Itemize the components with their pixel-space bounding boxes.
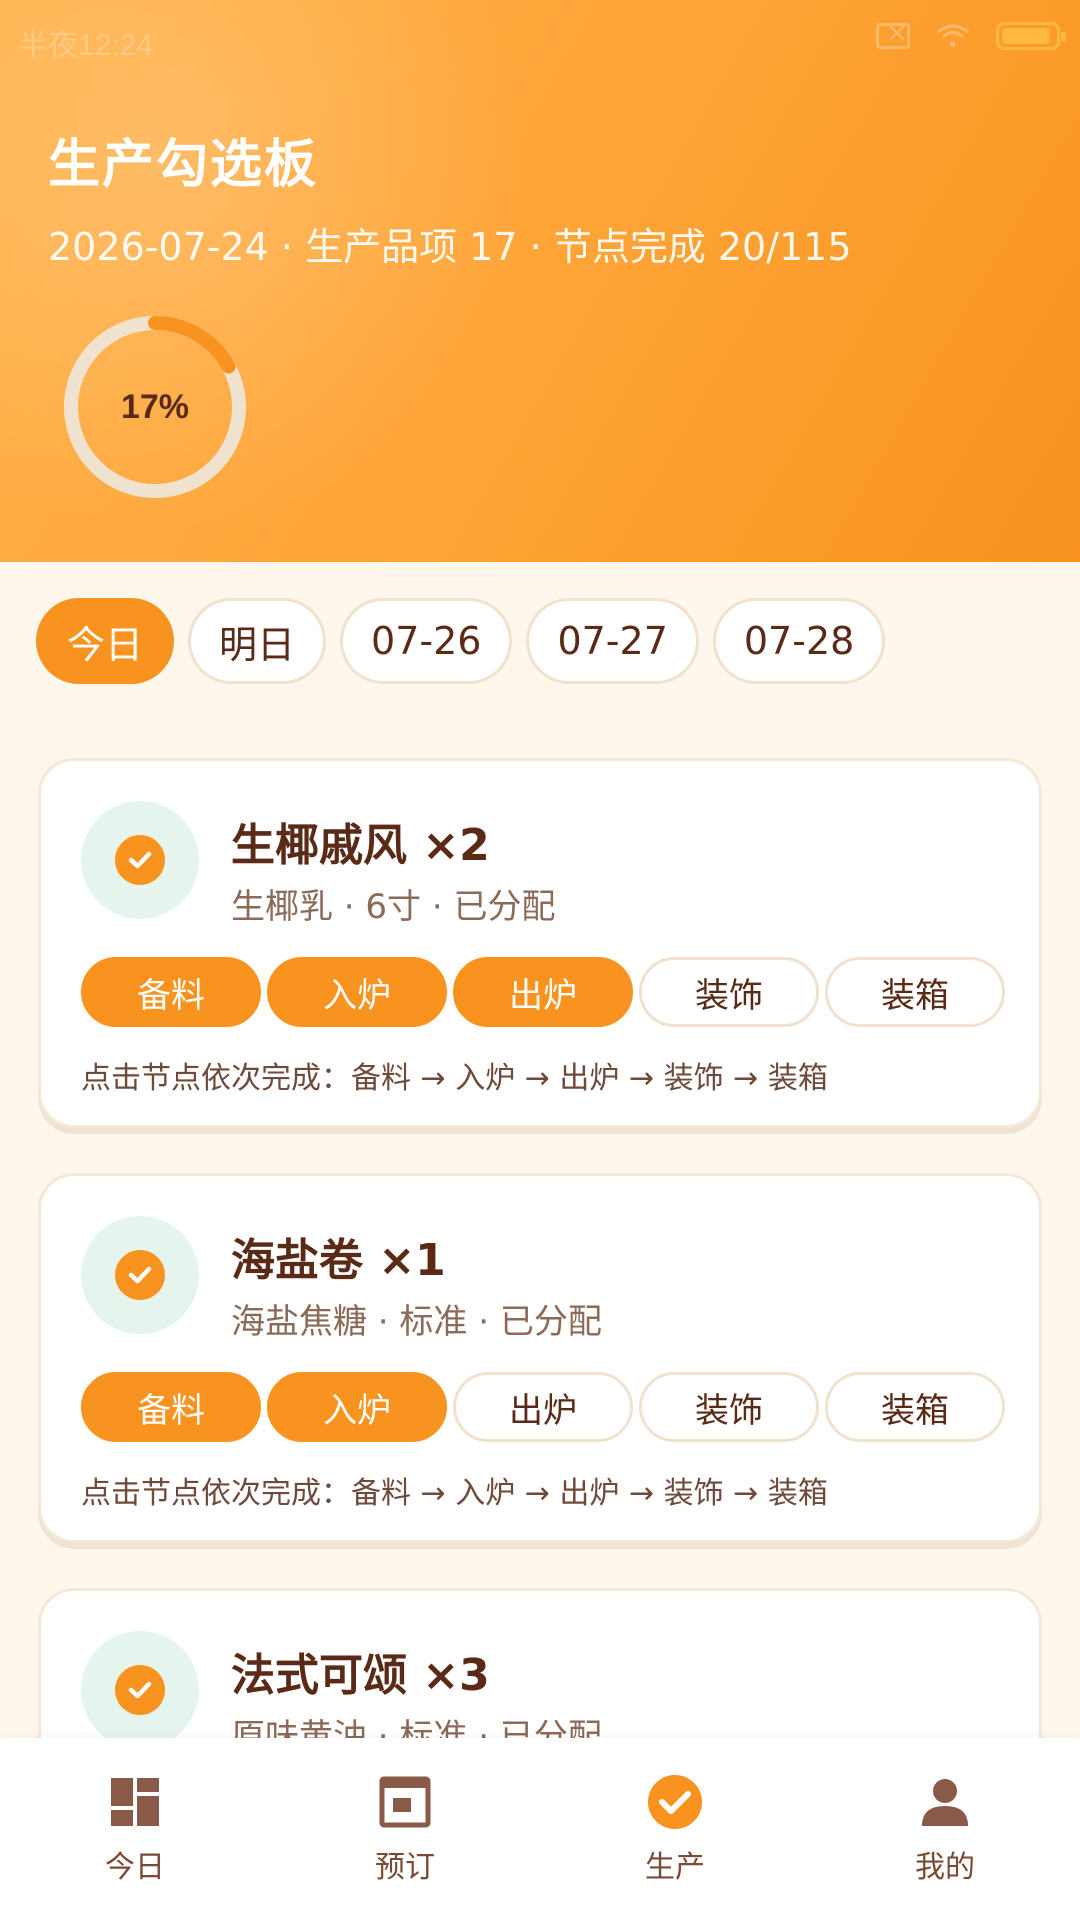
production-board-screen: 半夜12:24 生产勾选板 2026-07-24 · 生产品项 17 · 节点完… (0, 0, 1080, 1920)
status-bar: 半夜12:24 (0, 0, 1080, 76)
page-title: 生产勾选板 (48, 135, 319, 195)
step-list: 备料 入炉 出炉 装饰 装箱 (81, 957, 1005, 1027)
header: 半夜12:24 生产勾选板 2026-07-24 · 生产品项 17 · 节点完… (0, 0, 1080, 562)
wifi-icon (937, 24, 969, 47)
status-icons (876, 18, 1066, 50)
step-box-button[interactable]: 装箱 (825, 1372, 1005, 1442)
step-oven-in-button[interactable]: 入炉 (267, 1372, 447, 1442)
step-list: 备料 入炉 出炉 装饰 装箱 (81, 1372, 1005, 1442)
item-status[interactable] (81, 1216, 199, 1334)
step-prep-button[interactable]: 备料 (81, 1372, 261, 1442)
bottom-nav: 今日 预订 生产 我的 (0, 1738, 1080, 1920)
step-oven-out-button[interactable]: 出炉 (453, 957, 633, 1027)
progress-ring: 17% (58, 310, 252, 504)
check-icon (115, 1665, 165, 1715)
step-oven-in-button[interactable]: 入炉 (267, 957, 447, 1027)
check-icon (115, 1250, 165, 1300)
tab-today[interactable]: 今日 (36, 598, 175, 684)
step-hint: 点击节点依次完成：备料 → 入炉 → 出炉 → 装饰 → 装箱 (81, 1061, 828, 1096)
tab-07-26[interactable]: 07-26 (340, 598, 513, 684)
production-card: 海盐卷 ×1 海盐焦糖 · 标准 · 已分配 备料 入炉 出炉 装饰 装箱 点击… (38, 1173, 1042, 1543)
step-oven-out-button[interactable]: 出炉 (453, 1372, 633, 1442)
check-circle-icon (647, 1774, 703, 1830)
nav-production[interactable]: 生产 (540, 1738, 810, 1920)
nav-profile[interactable]: 我的 (810, 1738, 1080, 1920)
production-card: 生椰戚风 ×2 生椰乳 · 6寸 · 已分配 备料 入炉 出炉 装饰 装箱 点击… (38, 758, 1042, 1128)
step-decorate-button[interactable]: 装饰 (639, 1372, 819, 1442)
item-meta: 生椰乳 · 6寸 · 已分配 (231, 887, 556, 927)
nav-today-label: 今日 (105, 1850, 165, 1885)
progress-percent: 17% (120, 387, 190, 426)
tab-07-28[interactable]: 07-28 (712, 598, 886, 684)
tab-07-27[interactable]: 07-27 (526, 598, 699, 684)
step-box-button[interactable]: 装箱 (825, 957, 1005, 1027)
sim-icon (876, 18, 910, 49)
item-status[interactable] (81, 801, 199, 919)
date-tabs: 今日 明日 07-26 07-27 07-28 (36, 598, 886, 684)
nav-today[interactable]: 今日 (0, 1738, 270, 1920)
tab-tomorrow[interactable]: 明日 (188, 598, 327, 684)
check-icon (115, 835, 165, 885)
item-status[interactable] (81, 1631, 199, 1749)
step-prep-button[interactable]: 备料 (81, 957, 261, 1027)
item-meta: 海盐焦糖 · 标准 · 已分配 (231, 1302, 602, 1342)
calendar-icon (377, 1774, 433, 1830)
nav-orders-label: 预订 (375, 1850, 435, 1885)
dashboard-icon (107, 1774, 163, 1830)
user-icon (917, 1774, 973, 1830)
status-time: 半夜12:24 (18, 29, 154, 62)
nav-orders[interactable]: 预订 (270, 1738, 540, 1920)
battery-icon (996, 22, 1066, 50)
nav-production-label: 生产 (645, 1850, 705, 1885)
page-subtitle: 2026-07-24 · 生产品项 17 · 节点完成 20/115 (48, 225, 852, 269)
item-name: 海盐卷 ×1 (231, 1235, 446, 1286)
step-hint: 点击节点依次完成：备料 → 入炉 → 出炉 → 装饰 → 装箱 (81, 1476, 828, 1511)
step-decorate-button[interactable]: 装饰 (639, 957, 819, 1027)
item-name: 法式可颂 ×3 (231, 1650, 490, 1701)
item-name: 生椰戚风 ×2 (231, 820, 490, 871)
nav-profile-label: 我的 (915, 1850, 975, 1885)
